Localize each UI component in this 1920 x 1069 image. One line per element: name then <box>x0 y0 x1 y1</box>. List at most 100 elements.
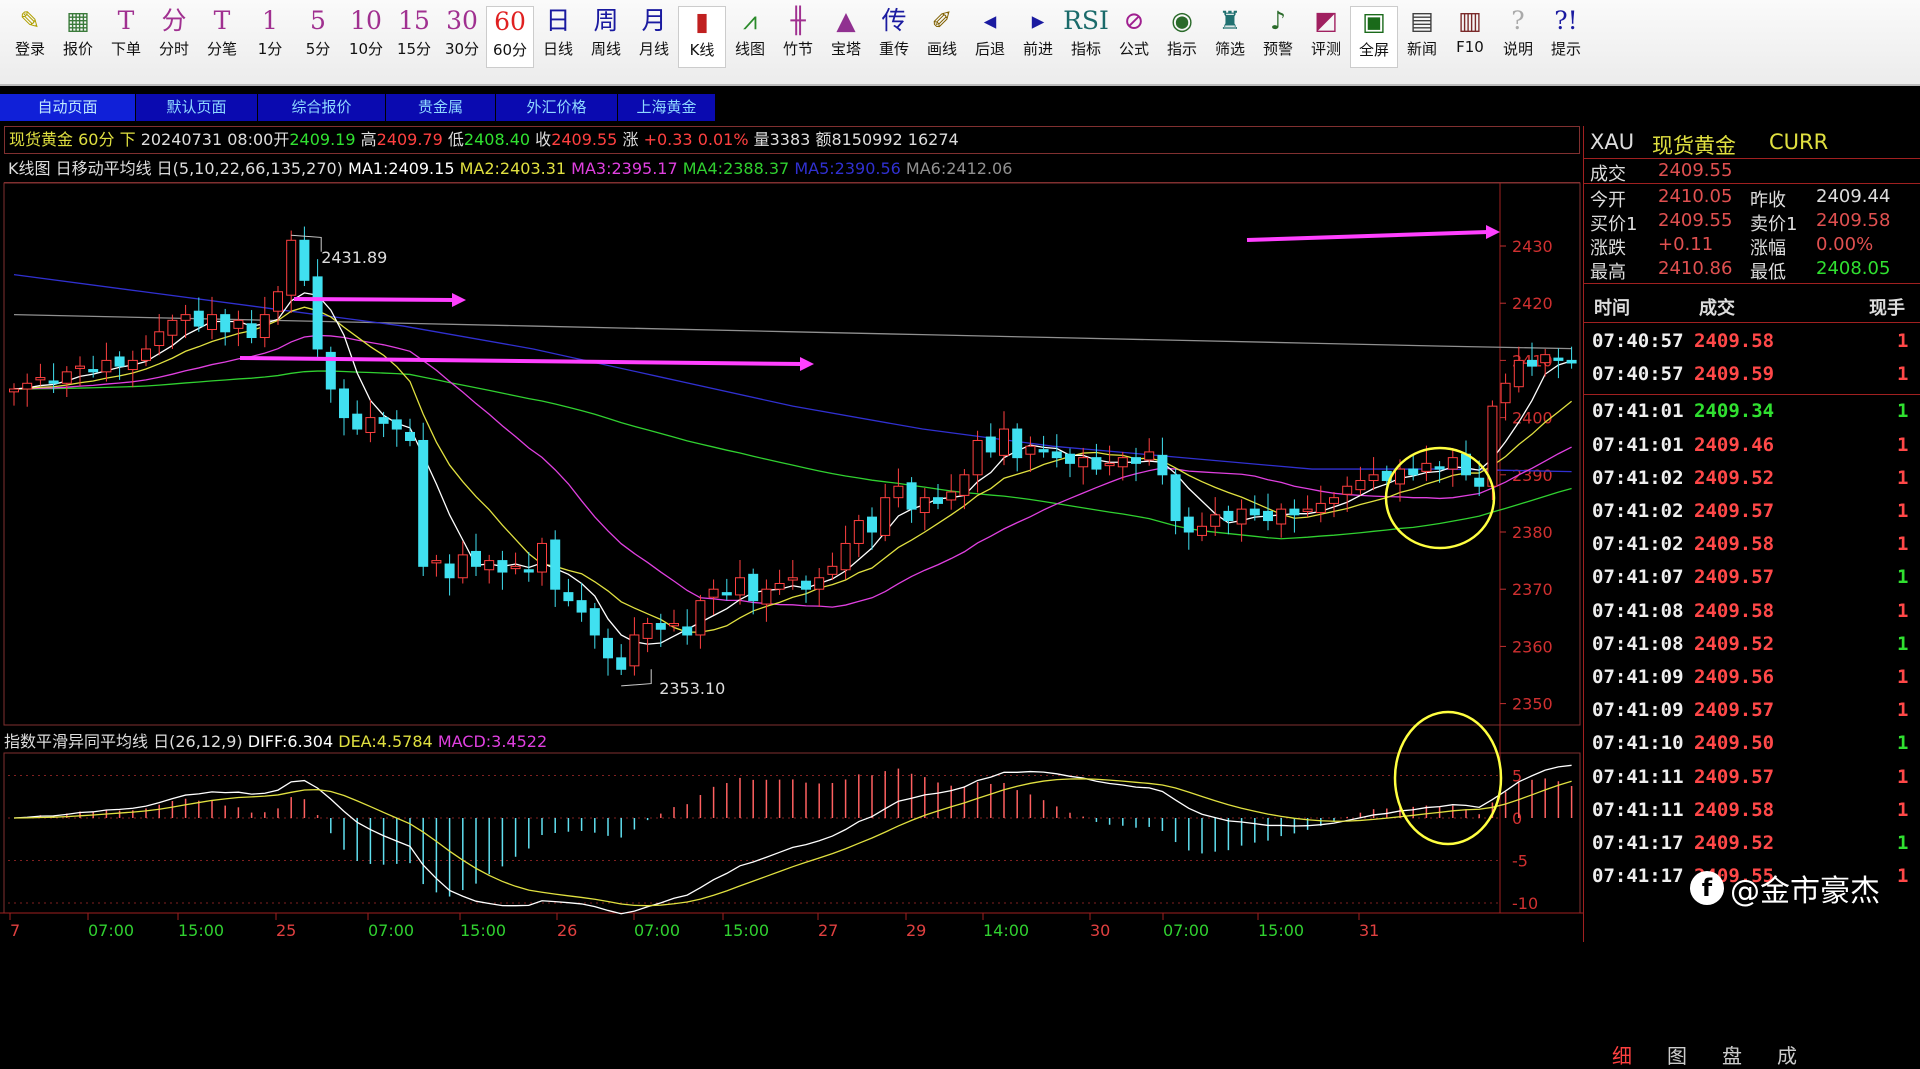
high-value: 2410.86 <box>1658 258 1733 279</box>
panel-tab-1[interactable]: 图 <box>1667 1040 1687 1069</box>
candle-body <box>523 569 534 573</box>
tick-row: 07:41:07 2409.57 1 <box>1592 562 1912 595</box>
ticks-header-price: 成交 <box>1699 298 1735 319</box>
candle-body <box>193 310 204 327</box>
candle-body <box>616 657 627 670</box>
candle-body <box>1355 480 1366 491</box>
tick-row: 07:41:01 2409.46 1 <box>1592 430 1912 463</box>
tick-row: 07:40:57 2409.59 1 <box>1592 359 1912 392</box>
candle-body <box>1329 497 1339 504</box>
candle-body <box>180 314 191 321</box>
candle-body <box>1223 510 1234 522</box>
candle-body <box>1395 468 1405 485</box>
candle-body <box>946 491 957 501</box>
candle-body <box>1408 468 1419 476</box>
tick-volume: 1 <box>1897 865 1909 888</box>
price-tick-label: 2430 <box>1512 237 1553 256</box>
candle-body <box>1012 428 1023 459</box>
open-value: 2410.05 <box>1658 186 1733 207</box>
candle-body <box>906 482 917 510</box>
candle-body <box>1263 510 1273 522</box>
candle-body <box>537 542 547 573</box>
candle-body <box>1183 516 1194 533</box>
candle-body <box>286 239 297 296</box>
candle-body <box>220 314 231 333</box>
time-label: 26 <box>557 921 577 940</box>
tick-row: 07:41:02 2409.58 1 <box>1592 529 1912 562</box>
tick-time: 07:41:17 <box>1592 832 1684 854</box>
magenta-arrow <box>239 356 803 366</box>
tick-price: 2409.52 <box>1694 832 1775 854</box>
panel-tab-2[interactable]: 盘 <box>1722 1040 1742 1069</box>
candle-body <box>550 539 561 590</box>
candle-body <box>735 577 745 596</box>
kline-chart[interactable]: 24302420241024002390238023702360235050-5… <box>0 0 1583 942</box>
tick-row: 07:41:11 2409.57 1 <box>1592 762 1912 795</box>
candle-body <box>444 563 455 579</box>
tick-volume: 1 <box>1897 433 1909 456</box>
candle-body <box>1236 508 1247 525</box>
macd-tick-label: 0 <box>1512 809 1522 828</box>
tick-time: 07:41:02 <box>1592 500 1684 522</box>
tick-time: 07:41:08 <box>1592 632 1684 655</box>
quote-symbol: XAU <box>1590 130 1635 154</box>
tick-row: 07:41:02 2409.57 1 <box>1592 496 1912 529</box>
candle-body <box>853 520 864 544</box>
arrow-head <box>452 293 466 307</box>
tick-volume: 1 <box>1897 732 1909 755</box>
tick-row: 07:41:09 2409.57 1 <box>1592 695 1912 728</box>
candle-body <box>563 592 574 602</box>
bid-value: 2409.55 <box>1658 210 1733 231</box>
time-label: 15:00 <box>1258 921 1304 940</box>
time-label: 25 <box>276 921 296 940</box>
panel-tab-0[interactable]: 细 <box>1612 1040 1632 1069</box>
candle-body <box>1474 477 1485 487</box>
candle-body <box>774 582 785 590</box>
highlight-circle <box>1393 710 1503 846</box>
candle-body <box>1447 457 1458 470</box>
time-label: 15:00 <box>460 921 506 940</box>
tick-time: 07:41:01 <box>1592 433 1684 456</box>
macd-tick-label: -5 <box>1512 852 1528 871</box>
time-label: 07:00 <box>88 921 134 940</box>
tick-volume: 1 <box>1897 632 1909 655</box>
candle-body <box>1197 525 1207 536</box>
candle-body <box>457 554 468 579</box>
candle-body <box>814 577 825 590</box>
pct-value: 0.00% <box>1816 234 1874 255</box>
time-label: 30 <box>1090 921 1110 940</box>
tick-time: 07:41:07 <box>1592 566 1684 589</box>
candle-body <box>22 382 33 390</box>
candle-body <box>1051 451 1062 459</box>
main-chart-frame <box>3 182 1581 726</box>
candle-body <box>1513 359 1524 388</box>
candle-body <box>391 419 402 430</box>
tick-volume: 1 <box>1897 798 1909 821</box>
tick-volume: 1 <box>1897 599 1909 622</box>
candle-body <box>761 588 772 605</box>
tick-price: 2409.46 <box>1694 433 1775 456</box>
candle-body <box>484 560 495 571</box>
candle-body <box>933 497 943 504</box>
candle-body <box>75 365 85 369</box>
tick-time: 07:41:08 <box>1592 599 1684 622</box>
candle-body <box>1434 466 1445 470</box>
change-label: 涨跌 <box>1590 238 1626 259</box>
time-label: 07:00 <box>634 921 680 940</box>
low-marker <box>621 669 652 687</box>
candle-body <box>919 497 930 514</box>
candle-body <box>246 323 257 339</box>
tick-row: 07:41:17 2409.52 1 <box>1592 828 1912 861</box>
candle-body <box>352 413 363 430</box>
price-tick-label: 2370 <box>1512 580 1553 599</box>
tick-price: 2409.58 <box>1694 599 1775 622</box>
tick-volume: 1 <box>1897 363 1909 386</box>
tick-time: 07:41:09 <box>1592 699 1684 722</box>
tick-volume: 1 <box>1897 500 1909 522</box>
candle-body <box>867 516 877 533</box>
watermark: f @金市豪杰 <box>1690 866 1880 910</box>
candle-body <box>114 356 125 367</box>
panel-tab-3[interactable]: 成 <box>1777 1040 1797 1069</box>
time-label: 14:00 <box>983 921 1029 940</box>
facebook-icon: f <box>1690 871 1724 905</box>
